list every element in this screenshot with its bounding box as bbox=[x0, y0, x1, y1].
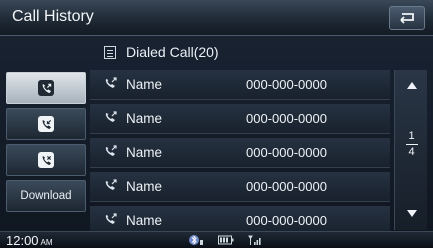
triangle-up-icon bbox=[406, 81, 417, 89]
call-history-screen: Call History Dialed Call(20) Download Na… bbox=[0, 0, 433, 248]
contact-name: Name bbox=[126, 179, 163, 194]
list-header: Dialed Call(20) bbox=[90, 37, 390, 67]
status-bar: 12:00 AM bbox=[0, 231, 433, 248]
phone-number: 000-000-0000 bbox=[246, 179, 327, 194]
contact-name: Name bbox=[126, 145, 163, 160]
tab-dialed-calls[interactable] bbox=[6, 72, 86, 104]
return-arrow-icon bbox=[400, 13, 414, 24]
contact-name: Name bbox=[126, 111, 163, 126]
dialed-call-icon bbox=[104, 76, 126, 94]
scroll-down-button[interactable] bbox=[395, 198, 428, 228]
signal-strength-icon bbox=[248, 235, 261, 245]
contact-name: Name bbox=[126, 77, 163, 92]
call-list-item[interactable]: Name 000-000-0000 bbox=[90, 172, 390, 202]
clock-ampm: AM bbox=[40, 238, 53, 247]
call-list: Name 000-000-0000 Name 000-000-0000 Name… bbox=[90, 70, 390, 240]
dialed-call-icon bbox=[104, 144, 126, 162]
back-button[interactable] bbox=[389, 6, 425, 30]
dialed-call-icon bbox=[104, 178, 126, 196]
scroll-up-button[interactable] bbox=[395, 70, 428, 100]
total-pages: 4 bbox=[408, 146, 415, 158]
received-calls-icon bbox=[38, 116, 54, 132]
call-list-item[interactable]: Name 000-000-0000 bbox=[90, 138, 390, 168]
dialed-call-icon bbox=[104, 212, 126, 230]
status-icons bbox=[188, 234, 262, 246]
missed-calls-icon bbox=[38, 152, 54, 168]
title-bar: Call History bbox=[0, 0, 433, 36]
phone-number: 000-000-0000 bbox=[246, 77, 327, 92]
contact-name: Name bbox=[126, 213, 163, 228]
phone-number: 000-000-0000 bbox=[246, 145, 327, 160]
page-divider bbox=[405, 144, 418, 145]
list-icon bbox=[104, 45, 116, 59]
tab-received-calls[interactable] bbox=[6, 108, 86, 140]
dialed-calls-icon bbox=[38, 80, 54, 96]
page-indicator: 1 4 bbox=[395, 130, 428, 159]
clock: 12:00 AM bbox=[6, 233, 53, 248]
phone-number: 000-000-0000 bbox=[246, 111, 327, 126]
call-type-tabs: Download bbox=[6, 72, 86, 216]
call-list-item[interactable]: Name 000-000-0000 bbox=[90, 70, 390, 100]
page-title: Call History bbox=[12, 8, 94, 25]
clock-time: 12:00 bbox=[6, 233, 39, 248]
tab-missed-calls[interactable] bbox=[6, 144, 86, 176]
tab-download-label: Download bbox=[20, 190, 72, 202]
triangle-down-icon bbox=[406, 209, 417, 217]
bluetooth-phone-icon bbox=[189, 235, 203, 245]
list-header-label: Dialed Call(20) bbox=[126, 44, 219, 60]
tab-download[interactable]: Download bbox=[6, 180, 86, 212]
dialed-call-icon bbox=[104, 110, 126, 128]
call-list-item[interactable]: Name 000-000-0000 bbox=[90, 104, 390, 134]
current-page: 1 bbox=[408, 130, 415, 142]
battery-icon bbox=[218, 235, 234, 245]
phone-number: 000-000-0000 bbox=[246, 213, 327, 228]
scroll-bar[interactable]: 1 4 bbox=[394, 70, 427, 230]
